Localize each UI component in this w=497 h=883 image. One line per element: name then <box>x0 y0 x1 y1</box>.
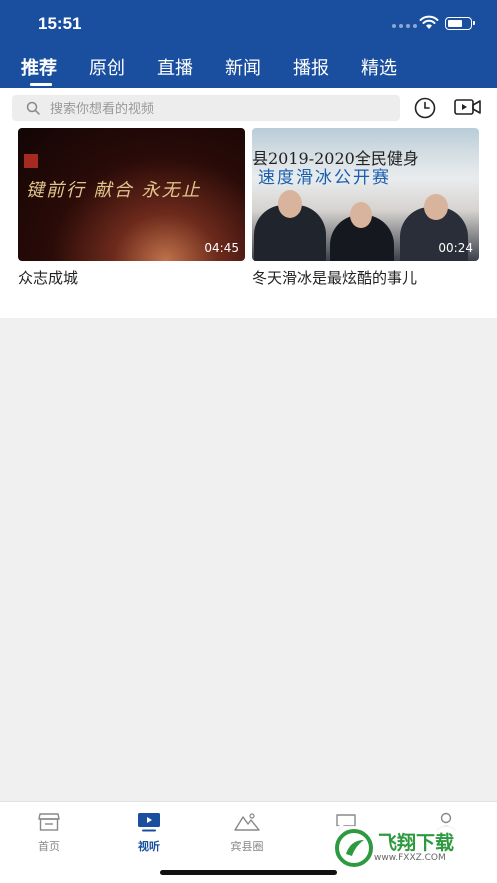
video-grid: 键前行 献合 永无止 04:45 众志成城 县2019-2020全民健身 速度滑… <box>0 128 497 318</box>
tab-news[interactable]: 新闻 <box>225 54 261 80</box>
watermark-logo-icon <box>335 829 373 867</box>
wifi-icon <box>419 15 439 29</box>
search-icon <box>26 101 40 115</box>
nav-circle-label: 宾县圈 <box>230 840 264 853</box>
thumbnail-banner-bottom: 速度滑冰公开赛 <box>258 168 391 188</box>
mountain-icon <box>234 813 260 831</box>
tab-original[interactable]: 原创 <box>89 54 125 80</box>
store-icon <box>38 813 60 831</box>
video-title: 冬天滑冰是最炫酷的事儿 <box>252 269 418 287</box>
video-duration: 00:24 <box>438 241 473 255</box>
nav-circle[interactable]: 宾县圈 <box>217 812 277 854</box>
status-bar: 15:51 <box>0 0 497 44</box>
video-thumbnail: 县2019-2020全民健身 速度滑冰公开赛 00:24 <box>252 128 479 261</box>
watermark-text: 飞翔下载 <box>378 832 455 854</box>
video-card[interactable]: 县2019-2020全民健身 速度滑冰公开赛 00:24 冬天滑冰是最炫酷的事儿 <box>252 128 479 288</box>
top-header: 15:51 推荐 原创 直播 新闻 播报 精选 <box>0 0 497 88</box>
thumbnail-caption: 键前行 献合 永无止 <box>26 180 202 201</box>
video-duration: 04:45 <box>204 241 239 255</box>
tab-recommend[interactable]: 推荐 <box>21 54 57 80</box>
tab-broadcast[interactable]: 播报 <box>293 54 329 80</box>
person-head <box>278 190 302 218</box>
signal-dots-icon <box>392 24 417 28</box>
person-head <box>350 202 372 228</box>
home-indicator[interactable] <box>160 870 337 875</box>
search-placeholder: 搜索你想看的视频 <box>50 102 155 117</box>
nav-video-label: 视听 <box>138 840 160 853</box>
video-thumbnail: 键前行 献合 永无止 04:45 <box>18 128 245 261</box>
watermark-url: www.FXXZ.COM <box>374 853 446 863</box>
video-title: 众志成城 <box>18 269 79 287</box>
search-input[interactable]: 搜索你想看的视频 <box>12 95 400 121</box>
active-tab-indicator <box>30 83 52 86</box>
tab-featured[interactable]: 精选 <box>361 54 397 80</box>
tv-play-icon <box>138 813 160 832</box>
category-tabs: 推荐 原创 直播 新闻 播报 精选 <box>0 54 497 88</box>
history-clock-icon[interactable] <box>414 97 436 119</box>
nav-home-label: 首页 <box>38 840 60 853</box>
search-bar: 搜索你想看的视频 <box>0 88 497 128</box>
person-head <box>424 194 448 220</box>
video-card[interactable]: 键前行 献合 永无止 04:45 众志成城 <box>18 128 245 288</box>
video-camera-icon[interactable] <box>454 98 482 116</box>
nav-home[interactable]: 首页 <box>19 812 79 854</box>
battery-icon <box>445 17 475 30</box>
nav-video[interactable]: 视听 <box>119 812 179 854</box>
status-time: 15:51 <box>38 14 82 33</box>
tab-live[interactable]: 直播 <box>157 54 193 80</box>
red-seal-decoration <box>24 154 38 168</box>
site-watermark: 飞翔下载 www.FXXZ.COM <box>332 826 490 870</box>
